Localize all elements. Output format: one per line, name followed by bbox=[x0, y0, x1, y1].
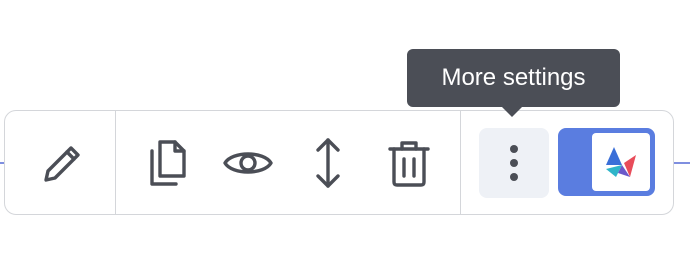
trash-icon bbox=[388, 141, 430, 187]
move-button[interactable] bbox=[293, 128, 363, 198]
eye-icon bbox=[223, 152, 273, 174]
app-integration-button[interactable] bbox=[558, 128, 655, 196]
block-toolbar bbox=[4, 110, 674, 215]
toolbar-divider bbox=[115, 111, 116, 214]
pencil-icon bbox=[44, 146, 80, 182]
app-logo-tile bbox=[592, 133, 650, 191]
more-settings-button[interactable] bbox=[479, 128, 549, 198]
toolbar-divider bbox=[460, 111, 461, 214]
delete-button[interactable] bbox=[374, 128, 444, 198]
duplicate-button[interactable] bbox=[133, 128, 203, 198]
edit-button[interactable] bbox=[27, 128, 97, 198]
vertical-arrows-icon bbox=[316, 138, 340, 188]
tooltip-arrow bbox=[501, 106, 523, 117]
preview-button[interactable] bbox=[213, 128, 283, 198]
copy-icon bbox=[150, 140, 186, 186]
app-logo-icon bbox=[606, 147, 636, 177]
more-settings-tooltip: More settings bbox=[407, 49, 620, 107]
vertical-dots-icon bbox=[510, 145, 518, 181]
editor-canvas: More settings bbox=[0, 0, 690, 272]
